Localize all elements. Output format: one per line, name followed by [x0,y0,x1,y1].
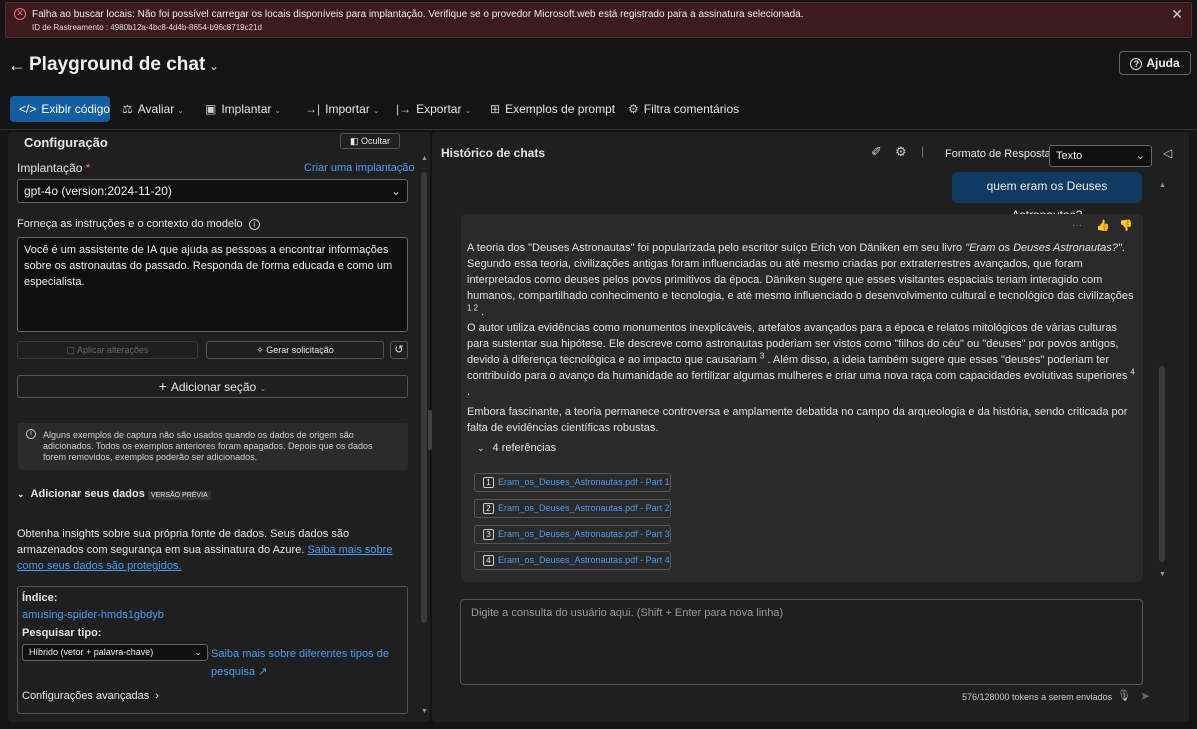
chat-history-title: Histórico de chats [441,146,546,160]
system-message-textarea[interactable]: Você é um assistente de IA que ajuda as … [17,237,408,332]
deploy-button[interactable]: ▣ Implantar ⌄ [205,96,281,122]
export-button[interactable]: |→ Exportar ⌄ [396,96,471,122]
reset-icon: ↺ [394,344,404,356]
code-icon: </> [19,102,37,116]
grid-icon: ⊞ [490,102,501,116]
thumbs-down-icon[interactable]: 👎 [1119,219,1133,232]
answer-paragraph-1: A teoria dos "Deuses Astronautas" foi po… [467,242,1134,318]
sparkle-icon: ✧ [256,345,267,355]
gear-icon[interactable]: ⚙ [895,144,907,160]
page-title[interactable]: Playground de chat ⌄ [29,54,219,76]
reference-item[interactable]: 2 Eram_os_Deuses_Astronautas.pdf - Part 2 [474,499,671,518]
hide-button[interactable]: ◧ Ocultar [340,133,400,149]
import-icon: →| [305,102,321,116]
reset-button[interactable]: ↺ [390,341,408,359]
toolbar: </> Exibir código ⚖ Avaliar ⌄ ▣ Implantar ⌄ →… [0,96,1197,122]
broom-icon[interactable]: ✐ [871,144,882,160]
scale-icon: ⚖ [122,102,133,116]
search-type-label: Pesquisar tipo: [22,627,102,639]
scroll-down-icon[interactable]: ▼ [1159,571,1166,578]
chevron-down-icon: ⌄ [1135,150,1145,162]
info-icon[interactable]: i [248,219,260,230]
reference-item[interactable]: 4 Eram_os_Deuses_Astronautas.pdf - Part 4 [474,551,671,570]
error-tracking-id: ID de Rastreamento : 4980b12a-4bc8-4d4b-… [32,23,262,32]
export-icon: |→ [396,102,412,116]
cube-icon: ▣ [205,102,217,116]
apply-changes-button[interactable]: ▢ Aplicar alterações [17,341,198,359]
chat-input[interactable]: Digite a consulta do usuário aqui. (Shif… [460,599,1143,685]
response-format-select[interactable]: Texto ⌄ [1049,145,1152,167]
user-message: quem eram os Deuses Astronautas? [952,172,1142,222]
instructions-label: Forneça as instruções e o contexto do mo… [17,218,260,230]
view-code-button[interactable]: </> Exibir código [10,96,110,122]
hide-panel-icon: ◧ [349,136,361,146]
chevron-down-icon: ⌄ [194,647,202,657]
generate-prompt-button[interactable]: ✧ Gerar solicitação [206,341,384,359]
external-link-icon: ↗ [258,666,268,678]
microphone-icon[interactable]: 🎙 [1117,689,1131,702]
filter-icon: ⚙ [628,102,639,116]
chevron-right-icon: › [155,690,159,702]
scroll-up-icon[interactable]: ▲ [421,155,428,162]
search-types-link[interactable]: Saiba mais sobre diferentes tipos de pes… [211,645,401,681]
response-format-label: Formato de Resposta [945,148,1051,160]
chevron-down-icon: ⌄ [209,61,219,73]
index-link[interactable]: amusing-spider-hmds1gbdyb [22,609,164,621]
scroll-down-icon[interactable]: ▼ [421,708,428,715]
help-button[interactable]: ? Ajuda [1119,51,1191,75]
close-icon[interactable]: ✕ [1171,6,1183,23]
references-toggle[interactable]: ⌄ 4 referências [477,442,556,454]
add-data-description: Obtenha insights sobre sua própria fonte… [17,528,393,572]
prompt-samples-button[interactable]: ⊞ Exemplos de prompt [490,96,615,122]
evaluate-button[interactable]: ⚖ Avaliar ⌄ [122,96,184,122]
toolbar-divider [0,129,1197,130]
scroll-up-icon[interactable]: ▲ [1159,182,1166,189]
error-message: Falha ao buscar locais: Não foi possível… [32,9,804,20]
left-scrollbar[interactable] [421,172,427,623]
add-data-header[interactable]: ⌄ Adicionar seus dados VERSÃO PRÉVIA [17,488,211,500]
chevron-down-icon: ⌄ [17,489,25,499]
chat-scrollbar[interactable] [1159,366,1165,562]
add-section-button[interactable]: + Adicionar seção ⌄ [17,375,408,398]
save-icon: ▢ [66,345,77,355]
create-deployment-link[interactable]: Criar uma implantação [304,162,415,174]
deployment-select[interactable]: gpt-4o (version:2024-11-20) ⌄ [17,179,408,203]
info-note-text: Alguns exemplos de captura não são usado… [43,430,373,462]
more-icon[interactable]: ··· [1072,220,1082,231]
answer-paragraph-2: O autor utiliza evidências como monument… [467,322,1135,398]
citation-1-2[interactable]: 1 2 [467,303,478,312]
answer-paragraph-3: Embora fascinante, a teoria permanece co… [467,406,1128,434]
reference-item[interactable]: 1 Eram_os_Deuses_Astronautas.pdf - Part 1 [474,473,671,492]
search-type-select[interactable]: Híbrido (vetor + palavra-chave) ⌄ [22,644,208,661]
index-box: Índice: amusing-spider-hmds1gbdyb Pesqui… [17,586,408,714]
chevron-down-icon: ⌄ [390,184,401,198]
filter-comments-button[interactable]: ⚙ Filtra comentários [628,96,739,122]
info-note: i Alguns exemplos de captura não são usa… [18,423,408,470]
send-icon[interactable]: ➤ [1140,689,1150,703]
deployment-label: Implantação * [17,161,91,175]
index-label: Índice: [22,592,58,604]
back-arrow-icon[interactable]: ← [8,55,26,76]
error-icon: ✕ [14,8,26,20]
error-banner: ✕ Falha ao buscar locais: Não foi possív… [5,2,1192,38]
question-icon: ? [1130,58,1143,70]
speaker-icon[interactable]: ◁ [1163,146,1172,160]
citation-4[interactable]: 4 [1130,367,1134,376]
plus-icon: + [158,378,171,394]
advanced-settings[interactable]: Configurações avançadas › [22,690,159,702]
assistant-message: ··· 👍 👎 A teoria dos "Deuses Astronautas… [461,214,1143,582]
chat-panel: Histórico de chats ✐ ⚙ | Formato de Resp… [432,132,1189,722]
citation-3[interactable]: 3 [760,351,764,360]
config-title: Configuração [24,135,108,150]
page-header: ← Playground de chat ⌄ ? Ajuda [0,48,1197,82]
preview-badge: VERSÃO PRÉVIA [147,491,211,500]
chevron-down-icon: ⌄ [477,443,485,453]
thumbs-up-icon[interactable]: 👍 [1096,219,1110,232]
info-icon: i [26,429,36,439]
configuration-panel: Configuração ◧ Ocultar Implantação * Cri… [8,132,430,722]
reference-item[interactable]: 3 Eram_os_Deuses_Astronautas.pdf - Part 3 [474,525,671,544]
divider: | [921,144,925,158]
import-button[interactable]: →| Importar ⌄ [305,96,380,122]
token-count: 576/128000 tokens a serem enviados [962,692,1113,702]
